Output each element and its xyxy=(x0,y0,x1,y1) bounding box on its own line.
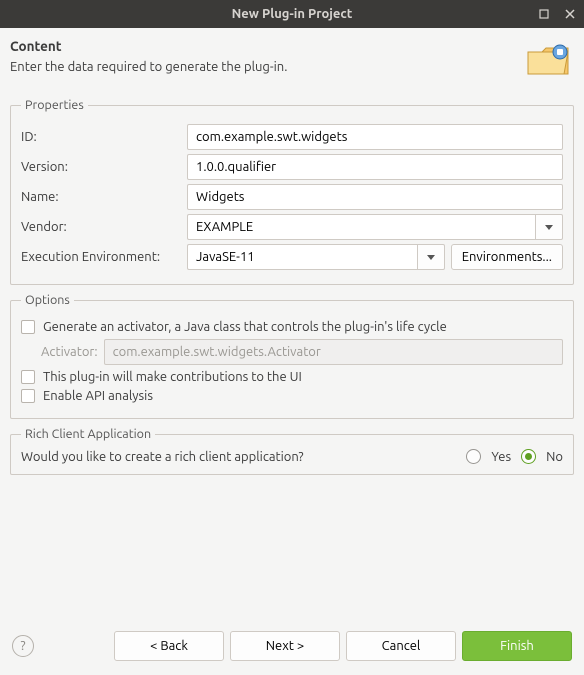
next-button[interactable]: Next > xyxy=(230,631,340,661)
ui-contributions-label: This plug-in will make contributions to … xyxy=(43,370,302,384)
cancel-button[interactable]: Cancel xyxy=(346,631,456,661)
rca-question: Would you like to create a rich client a… xyxy=(21,450,304,464)
wizard-folder-icon xyxy=(524,38,572,82)
ui-contributions-checkbox[interactable] xyxy=(21,370,35,384)
enable-api-checkbox[interactable] xyxy=(21,389,35,403)
chevron-down-icon xyxy=(427,255,435,260)
wizard-header: Content Enter the data required to gener… xyxy=(0,28,584,90)
help-icon[interactable]: ? xyxy=(12,635,34,657)
rca-legend: Rich Client Application xyxy=(21,427,155,441)
version-label: Version: xyxy=(21,160,181,174)
rca-no-radio[interactable] xyxy=(521,449,536,464)
vendor-field[interactable] xyxy=(187,214,535,240)
vendor-label: Vendor: xyxy=(21,220,181,234)
options-legend: Options xyxy=(21,293,74,307)
generate-activator-label: Generate an activator, a Java class that… xyxy=(43,320,447,334)
minimize-icon[interactable] xyxy=(536,6,552,22)
version-field[interactable] xyxy=(187,154,563,180)
options-group: Options Generate an activator, a Java cl… xyxy=(10,293,574,419)
rca-yes-radio[interactable] xyxy=(466,449,481,464)
page-subtitle: Enter the data required to generate the … xyxy=(10,60,287,74)
generate-activator-checkbox[interactable] xyxy=(21,320,35,334)
environments-button[interactable]: Environments... xyxy=(451,244,563,270)
back-button[interactable]: < Back xyxy=(114,631,224,661)
enable-api-label: Enable API analysis xyxy=(43,389,153,403)
finish-button[interactable]: Finish xyxy=(462,631,572,661)
window-title: New Plug-in Project xyxy=(232,7,353,21)
rca-no-label: No xyxy=(546,450,563,464)
exec-env-label: Execution Environment: xyxy=(21,250,181,264)
wizard-footer: ? < Back Next > Cancel Finish xyxy=(0,621,584,675)
vendor-dropdown-button[interactable] xyxy=(535,214,563,240)
exec-env-field[interactable] xyxy=(187,244,417,270)
page-title: Content xyxy=(10,38,287,54)
id-field[interactable] xyxy=(187,124,563,150)
name-label: Name: xyxy=(21,190,181,204)
rca-group: Rich Client Application Would you like t… xyxy=(10,427,574,475)
name-field[interactable] xyxy=(187,184,563,210)
rca-yes-label: Yes xyxy=(491,450,511,464)
title-bar: New Plug-in Project xyxy=(0,0,584,28)
chevron-down-icon xyxy=(545,225,553,230)
close-icon[interactable] xyxy=(562,6,578,22)
activator-field xyxy=(104,339,563,365)
activator-label: Activator: xyxy=(41,345,98,359)
id-label: ID: xyxy=(21,130,181,144)
properties-legend: Properties xyxy=(21,98,88,112)
exec-env-dropdown-button[interactable] xyxy=(417,244,445,270)
properties-group: Properties ID: Version: Name: Vendor: Ex… xyxy=(10,98,574,285)
